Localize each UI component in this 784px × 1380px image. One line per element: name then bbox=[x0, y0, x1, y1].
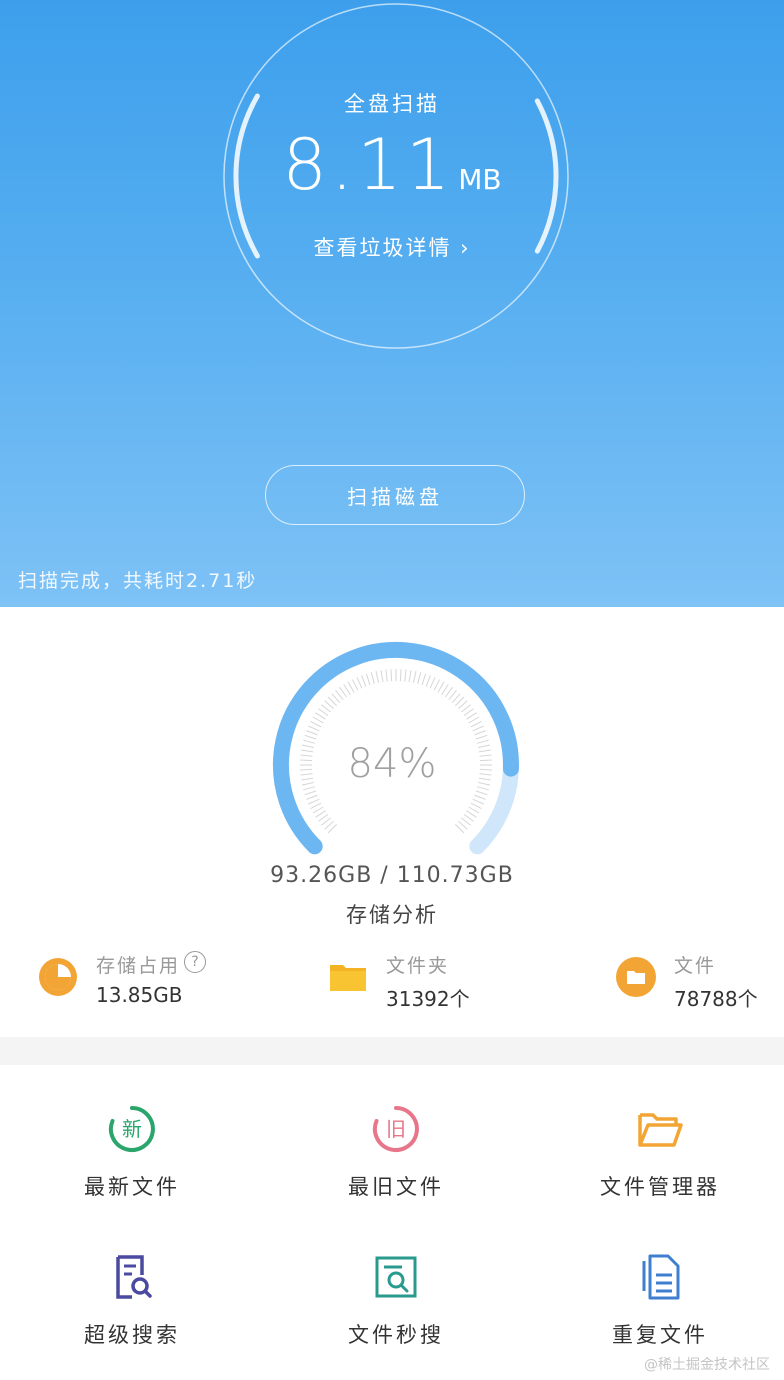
folder-open-icon bbox=[638, 1113, 683, 1147]
storage-gauge bbox=[272, 641, 519, 855]
pie-chart-icon bbox=[39, 958, 77, 996]
tool-file-manager[interactable]: 文件管理器 bbox=[560, 1105, 760, 1225]
stat-label: 文件 bbox=[674, 955, 717, 977]
stat-value: 78788个 bbox=[674, 987, 758, 1011]
stat-label: 文件夹 bbox=[386, 955, 450, 977]
stat-files[interactable]: 文件 78788个 bbox=[616, 947, 776, 1011]
stat-storage-usage[interactable]: 存储占用? 13.85GB bbox=[38, 947, 258, 1007]
tool-label: 文件管理器 bbox=[600, 1175, 720, 1199]
folder-icon bbox=[330, 965, 366, 991]
tool-quick-file-search[interactable]: 文件秒搜 bbox=[296, 1253, 496, 1373]
tool-newest-files[interactable]: 新 最新文件 bbox=[32, 1105, 232, 1225]
tools-grid: 新 最新文件 旧 最旧文件 文件管理器 超级搜索 文件秒搜 重复文件 bbox=[0, 1065, 784, 1380]
file-folder-icon bbox=[616, 957, 656, 997]
junk-size: 8.11 MB bbox=[0, 124, 784, 206]
stat-folders[interactable]: 文件夹 31392个 bbox=[328, 947, 528, 1011]
junk-size-unit: MB bbox=[458, 163, 502, 196]
detail-link-label: 查看垃圾详情 bbox=[313, 236, 452, 260]
scan-header: 全盘扫描 8.11 MB 查看垃圾详情 › 扫描磁盘 扫描完成，共耗时2.71秒 bbox=[0, 0, 784, 607]
old-icon: 旧 bbox=[372, 1106, 419, 1152]
chevron-right-icon: › bbox=[460, 236, 471, 260]
svg-text:新: 新 bbox=[122, 1117, 142, 1141]
junk-size-value: 8.11 bbox=[282, 124, 455, 206]
view-junk-details-link[interactable]: 查看垃圾详情 › bbox=[0, 232, 784, 262]
stat-label: 存储占用? bbox=[96, 951, 207, 978]
quick-search-icon bbox=[375, 1256, 417, 1298]
new-icon: 新 bbox=[108, 1106, 155, 1152]
storage-analysis-panel: 84% 93.26GB / 110.73GB 存储分析 存储占用? 13.85G… bbox=[0, 607, 784, 1037]
tool-label: 文件秒搜 bbox=[348, 1323, 444, 1347]
tool-label: 最新文件 bbox=[84, 1175, 180, 1199]
tool-label: 超级搜索 bbox=[84, 1323, 180, 1347]
tool-label: 最旧文件 bbox=[348, 1175, 444, 1199]
stat-value: 31392个 bbox=[386, 987, 470, 1011]
duplicate-file-icon bbox=[642, 1254, 680, 1300]
scan-title: 全盘扫描 bbox=[344, 92, 440, 116]
svg-text:旧: 旧 bbox=[386, 1117, 406, 1141]
storage-percent: 84% bbox=[347, 741, 437, 787]
watermark: @稀土掘金技术社区 bbox=[644, 1357, 770, 1373]
stat-value: 13.85GB bbox=[96, 983, 183, 1007]
tool-label: 重复文件 bbox=[612, 1323, 708, 1347]
tool-oldest-files[interactable]: 旧 最旧文件 bbox=[296, 1105, 496, 1225]
scan-disk-button[interactable]: 扫描磁盘 bbox=[265, 465, 525, 525]
search-document-icon bbox=[116, 1255, 152, 1299]
scan-status-text: 扫描完成，共耗时2.71秒 bbox=[18, 570, 258, 592]
help-icon[interactable]: ? bbox=[184, 951, 207, 973]
storage-analysis-label[interactable]: 存储分析 bbox=[0, 899, 784, 929]
tool-super-search[interactable]: 超级搜索 bbox=[32, 1253, 232, 1373]
storage-capacity: 93.26GB / 110.73GB bbox=[270, 863, 514, 888]
section-divider bbox=[0, 1037, 784, 1065]
